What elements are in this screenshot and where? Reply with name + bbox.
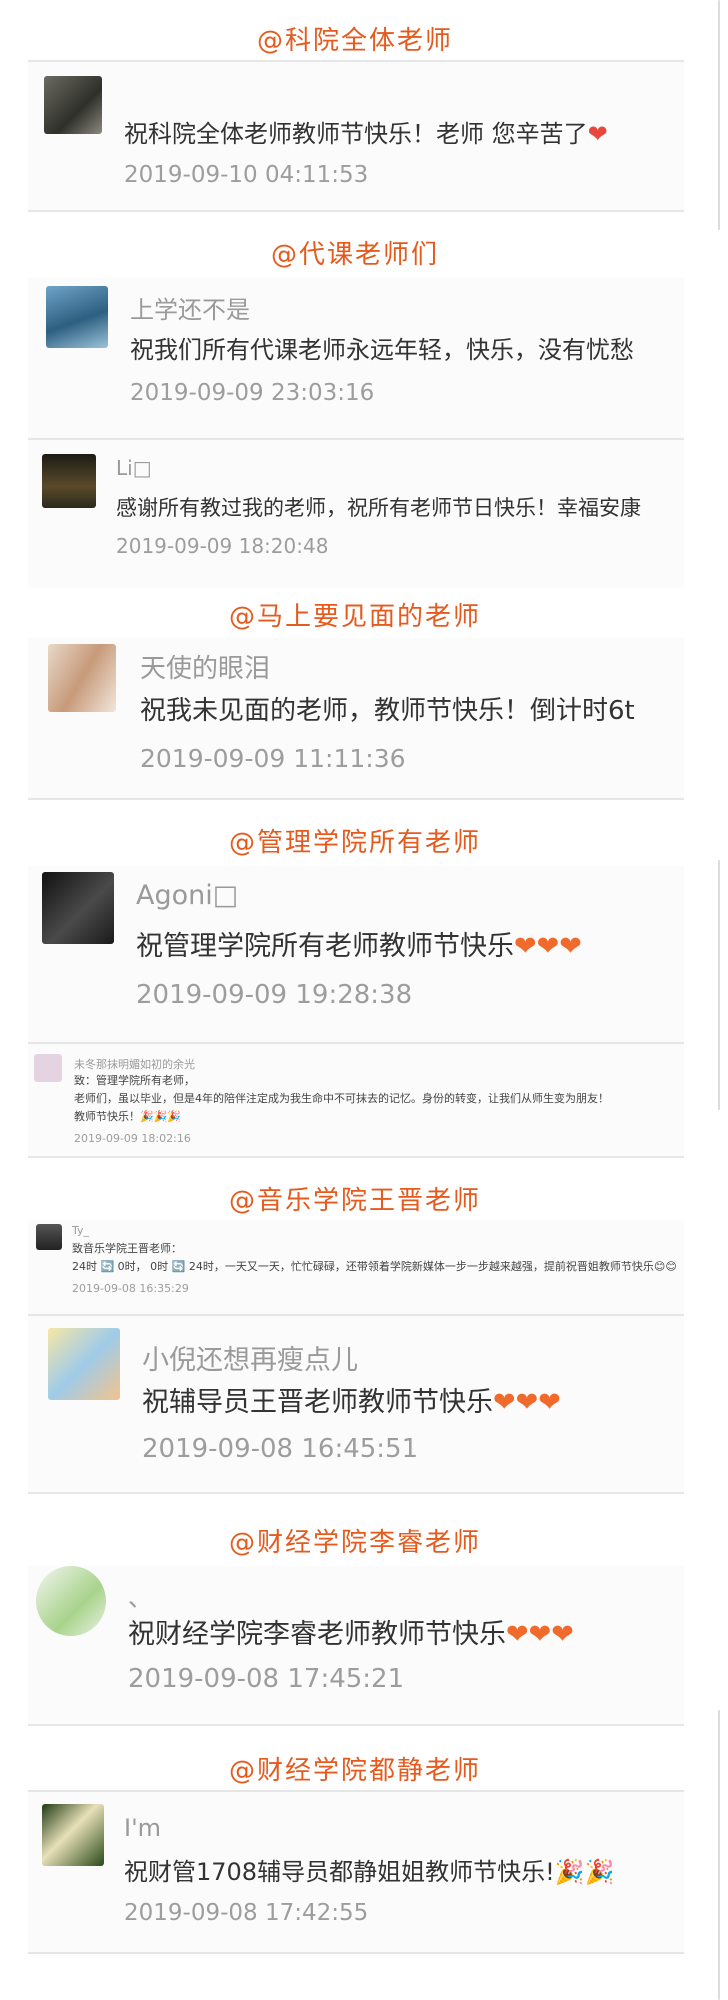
comment-card: Li□ 感谢所有教过我的老师，祝所有老师节日快乐！幸福安康 2019-09-09… <box>28 440 684 588</box>
comment-time: 2019-09-09 23:03:16 <box>130 380 375 406</box>
comment-card: Ty_ 致音乐学院王晋老师： 24时 🔄 0时， 0时 🔄 24时，一天又一天，… <box>28 1220 684 1314</box>
avatar[interactable] <box>36 1566 106 1636</box>
divider <box>28 1724 684 1726</box>
commenter-name[interactable]: 天使的眼泪 <box>140 648 270 685</box>
comment-text: 祝科院全体老师教师节快乐！老师 您辛苦了❤ <box>124 120 608 148</box>
divider <box>28 798 684 800</box>
comment-time: 2019-09-08 17:42:55 <box>124 1900 369 1926</box>
commenter-name[interactable]: I'm <box>124 1814 161 1842</box>
comment-time: 2019-09-09 19:28:38 <box>136 980 413 1010</box>
section-header: @财经学院李睿老师 <box>228 1528 481 1558</box>
commenter-name[interactable]: 上学还不是 <box>130 290 250 325</box>
comment-card: Agoni□ 祝管理学院所有老师教师节快乐❤❤❤ 2019-09-09 19:2… <box>28 866 684 1042</box>
divider <box>28 1952 684 1954</box>
avatar[interactable] <box>34 1054 62 1082</box>
avatar[interactable] <box>42 1804 104 1866</box>
avatar[interactable] <box>48 1328 120 1400</box>
commenter-name[interactable]: 小倪还想再瘦点儿 <box>142 1338 358 1377</box>
comment-time: 2019-09-09 18:02:16 <box>74 1132 191 1145</box>
comment-card: 上学还不是 祝我们所有代课老师永远年轻，快乐，没有忧愁 2019-09-09 2… <box>28 278 684 438</box>
section-header: @马上要见面的老师 <box>228 602 481 632</box>
divider <box>28 1156 684 1158</box>
avatar[interactable] <box>42 872 114 944</box>
comment-text: 祝我们所有代课老师永远年轻，快乐，没有忧愁 <box>130 336 634 364</box>
comment-text: 祝我未见面的老师，教师节快乐！倒计时6t <box>140 696 635 726</box>
right-edge-scroll-rule <box>714 0 728 2000</box>
comment-time: 2019-09-08 17:45:21 <box>128 1664 405 1694</box>
avatar[interactable] <box>48 644 116 712</box>
comment-text: 致：管理学院所有老师， 老师们，虽以毕业，但是4年的陪伴注定成为我生命中不可抹去… <box>74 1074 609 1123</box>
commenter-name[interactable]: 、 <box>128 1578 152 1613</box>
divider <box>28 1492 684 1494</box>
comment-text: 祝财管1708辅导员都静姐姐教师节快乐!🎉🎉 <box>124 1858 615 1886</box>
comment-card: 未冬那抹明媚如初的余光 致：管理学院所有老师， 老师们，虽以毕业，但是4年的陪伴… <box>28 1044 684 1156</box>
comment-text: 祝辅导员王晋老师教师节快乐❤❤❤ <box>142 1387 561 1418</box>
section-header: @管理学院所有老师 <box>228 828 481 858</box>
section-header: @科院全体老师 <box>256 26 453 56</box>
comment-card: I'm 祝财管1708辅导员都静姐姐教师节快乐!🎉🎉 2019-09-08 17… <box>28 1792 684 1952</box>
commenter-name[interactable]: Agoni□ <box>136 880 238 911</box>
comment-text: 感谢所有教过我的老师，祝所有老师节日快乐！幸福安康 <box>116 496 641 520</box>
comment-time: 2019-09-09 11:11:36 <box>140 744 406 773</box>
section-header: @代课老师们 <box>270 240 439 270</box>
avatar[interactable] <box>46 286 108 348</box>
section-header: @财经学院都静老师 <box>228 1756 481 1786</box>
comment-time: 2019-09-08 16:35:29 <box>72 1282 189 1295</box>
avatar[interactable] <box>36 1224 62 1250</box>
comment-text: 祝财经学院李睿老师教师节快乐❤❤❤ <box>128 1619 574 1650</box>
comment-time: 2019-09-08 16:45:51 <box>142 1434 419 1464</box>
divider <box>28 210 684 212</box>
commenter-name[interactable]: 未冬那抹明媚如初的余光 <box>74 1056 195 1072</box>
commenter-name[interactable]: Li□ <box>116 456 152 480</box>
avatar[interactable] <box>44 76 102 134</box>
comment-card: 祝科院全体老师教师节快乐！老师 您辛苦了❤ 2019-09-10 04:11:5… <box>28 62 684 210</box>
comment-card: 小倪还想再瘦点儿 祝辅导员王晋老师教师节快乐❤❤❤ 2019-09-08 16:… <box>28 1316 684 1492</box>
comment-time: 2019-09-10 04:11:53 <box>124 162 369 188</box>
section-header: @音乐学院王晋老师 <box>228 1186 481 1216</box>
comment-card: 、 祝财经学院李睿老师教师节快乐❤❤❤ 2019-09-08 17:45:21 <box>28 1566 684 1724</box>
comment-card: 天使的眼泪 祝我未见面的老师，教师节快乐！倒计时6t 2019-09-09 11… <box>28 638 684 798</box>
commenter-name[interactable]: Ty_ <box>72 1224 89 1237</box>
comment-time: 2019-09-09 18:20:48 <box>116 534 329 558</box>
avatar[interactable] <box>42 454 96 508</box>
comment-text: 祝管理学院所有老师教师节快乐❤❤❤ <box>136 931 582 962</box>
comment-text: 致音乐学院王晋老师： 24时 🔄 0时， 0时 🔄 24时，一天又一天，忙忙碌碌… <box>72 1242 677 1273</box>
